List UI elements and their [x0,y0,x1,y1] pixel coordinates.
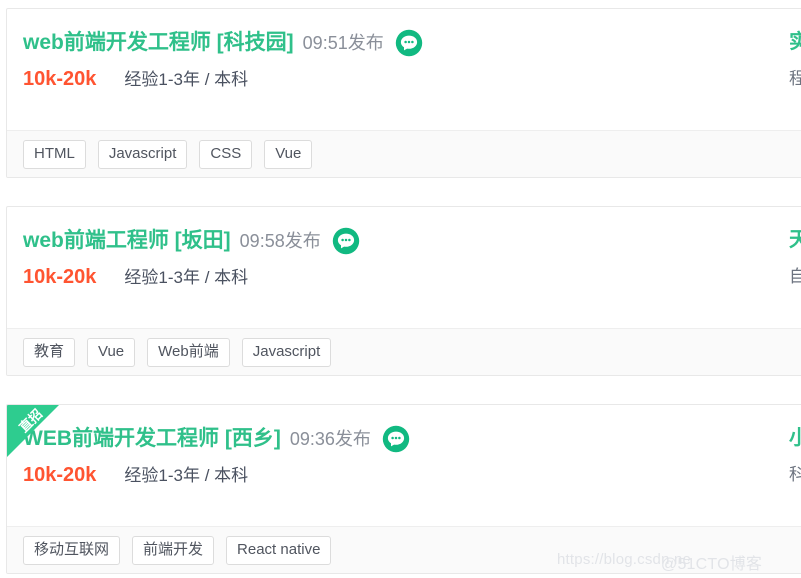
company-block: 小 科 [789,425,801,488]
job-meta-row: 10k-20k 经验1-3年 / 本科 [23,66,248,93]
job-tag-bar: 教育 Vue Web前端 Javascript [7,328,801,375]
job-tag-bar: HTML Javascript CSS Vue [7,130,801,177]
post-time: 09:58发布 [239,231,321,251]
job-card[interactable]: web前端开发工程师 [科技园] 09:51发布 10k-20k 经验1-3年 … [6,8,801,178]
job-tag[interactable]: HTML [23,139,86,169]
job-title-row: WEB前端开发工程师 [西乡] 09:36发布 [23,425,410,453]
company-block: 天 自 [789,227,801,290]
job-card-body: WEB前端开发工程师 [西乡] 09:36发布 10k-20k 经验1-3年 /… [7,405,801,527]
company-name[interactable]: 天 [789,227,801,253]
job-tag[interactable]: Vue [264,139,313,169]
job-tag[interactable]: 教育 [23,337,76,367]
chat-bubble-icon[interactable] [395,29,423,57]
job-tag[interactable]: 移动互联网 [23,535,121,565]
post-time: 09:51发布 [302,33,384,53]
job-tag[interactable]: Vue [87,337,136,367]
job-card-body: web前端开发工程师 [科技园] 09:51发布 10k-20k 经验1-3年 … [7,9,801,131]
chat-bubble-icon[interactable] [332,227,360,255]
salary: 10k-20k [23,464,97,486]
company-name[interactable]: 小 [789,425,801,451]
requirement: 经验1-3年 / 本科 [124,268,249,287]
job-tag[interactable]: Javascript [97,139,188,169]
job-title[interactable]: web前端开发工程师 [科技园] [23,30,294,56]
job-card[interactable]: 直招 WEB前端开发工程师 [西乡] 09:36发布 10k-20k 经验1-3… [6,404,801,574]
job-title-row: web前端开发工程师 [科技园] 09:51发布 [23,29,423,57]
job-title-row: web前端工程师 [坂田] 09:58发布 [23,227,360,255]
job-tag[interactable]: React native [226,535,332,565]
job-tag-bar: 移动互联网 前端开发 React native [7,526,801,573]
company-meta: 程 [789,66,801,92]
requirement: 经验1-3年 / 本科 [124,70,249,89]
job-tag[interactable]: 前端开发 [132,535,215,565]
requirement: 经验1-3年 / 本科 [124,466,249,485]
company-name[interactable]: 实 [789,29,801,55]
chat-bubble-icon[interactable] [382,425,410,453]
job-card[interactable]: web前端工程师 [坂田] 09:58发布 10k-20k 经验1-3年 / 本… [6,206,801,376]
job-meta-row: 10k-20k 经验1-3年 / 本科 [23,264,248,291]
job-tag[interactable]: Javascript [241,337,332,367]
salary: 10k-20k [23,266,97,288]
company-meta: 自 [789,264,801,290]
job-card-body: web前端工程师 [坂田] 09:58发布 10k-20k 经验1-3年 / 本… [7,207,801,329]
job-title[interactable]: WEB前端开发工程师 [西乡] [23,426,281,452]
job-title[interactable]: web前端工程师 [坂田] [23,228,231,254]
salary: 10k-20k [23,68,97,90]
job-meta-row: 10k-20k 经验1-3年 / 本科 [23,462,248,489]
company-block: 实 程 [789,29,801,92]
company-meta: 科 [789,462,801,488]
job-tag[interactable]: CSS [199,139,253,169]
job-tag[interactable]: Web前端 [147,337,230,367]
post-time: 09:36发布 [289,429,371,449]
